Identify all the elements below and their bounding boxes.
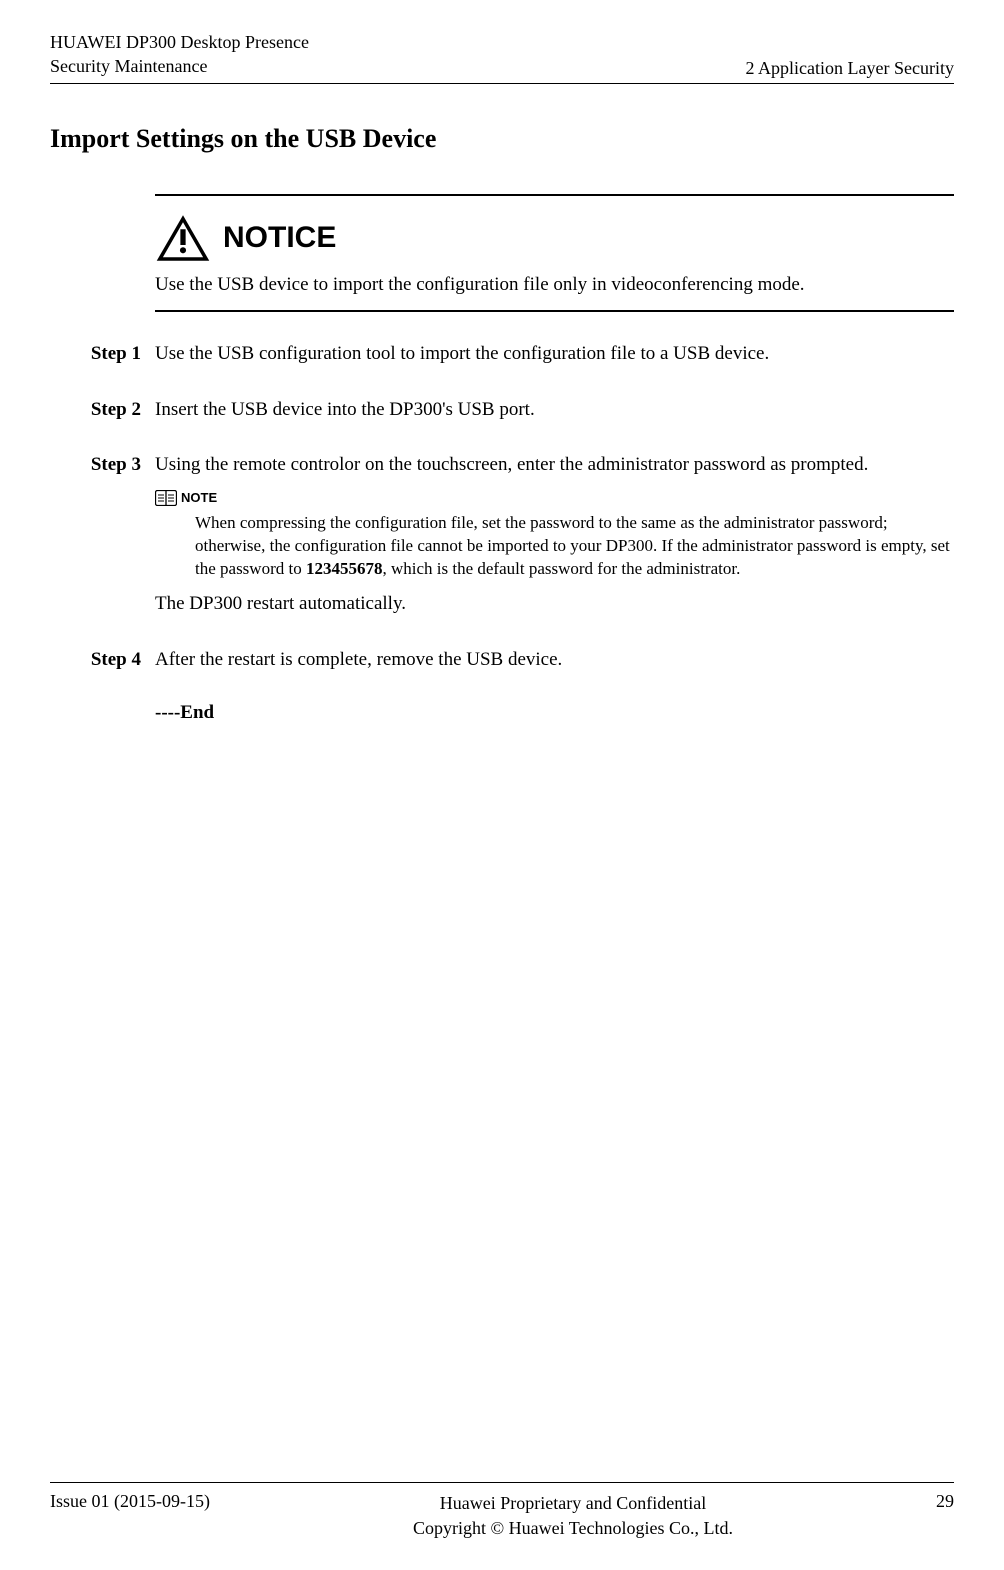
step-after-text: The DP300 restart automatically. bbox=[155, 590, 954, 618]
step-label: Step 2 bbox=[50, 396, 155, 434]
step-body: Using the remote controlor on the touchs… bbox=[155, 451, 954, 628]
footer-page-number: 29 bbox=[936, 1491, 954, 1512]
step-text: After the restart is complete, remove th… bbox=[155, 646, 954, 674]
notice-box: NOTICE Use the USB device to import the … bbox=[155, 194, 954, 313]
notice-label: NOTICE bbox=[223, 221, 336, 255]
section-title: Import Settings on the USB Device bbox=[50, 124, 954, 154]
step-text: Using the remote controlor on the touchs… bbox=[155, 451, 954, 479]
step-body: Insert the USB device into the DP300's U… bbox=[155, 396, 954, 434]
step-row: Step 1 Use the USB configuration tool to… bbox=[50, 340, 954, 378]
footer-proprietary: Huawei Proprietary and Confidential bbox=[413, 1491, 733, 1515]
header-left: HUAWEI DP300 Desktop Presence Security M… bbox=[50, 30, 309, 79]
page-footer: Issue 01 (2015-09-15) Huawei Proprietary… bbox=[50, 1482, 954, 1540]
warning-triangle-icon bbox=[155, 212, 211, 264]
footer-center: Huawei Proprietary and Confidential Copy… bbox=[413, 1491, 733, 1540]
footer-issue: Issue 01 (2015-09-15) bbox=[50, 1491, 210, 1512]
step-label: Step 4 bbox=[50, 646, 155, 684]
page-header: HUAWEI DP300 Desktop Presence Security M… bbox=[50, 30, 954, 84]
notice-rule-bottom bbox=[155, 310, 954, 312]
footer-copyright: Copyright © Huawei Technologies Co., Ltd… bbox=[413, 1516, 733, 1540]
step-row: Step 3 Using the remote controlor on the… bbox=[50, 451, 954, 628]
header-product-line: HUAWEI DP300 Desktop Presence bbox=[50, 30, 309, 54]
notice-head: NOTICE bbox=[155, 196, 954, 272]
step-body: After the restart is complete, remove th… bbox=[155, 646, 954, 684]
step-row: Step 4 After the restart is complete, re… bbox=[50, 646, 954, 684]
step-label: Step 3 bbox=[50, 451, 155, 628]
note-bold-value: 123455678 bbox=[306, 559, 383, 578]
note-text-post: , which is the default password for the … bbox=[382, 559, 740, 578]
note-label: NOTE bbox=[181, 489, 217, 508]
step-body: Use the USB configuration tool to import… bbox=[155, 340, 954, 378]
header-doc-line: Security Maintenance bbox=[50, 54, 309, 78]
note-text: When compressing the configuration file,… bbox=[195, 512, 954, 581]
note-book-icon bbox=[155, 490, 177, 506]
step-text: Insert the USB device into the DP300's U… bbox=[155, 396, 954, 424]
end-marker: ----End bbox=[155, 702, 954, 724]
header-right: 2 Application Layer Security bbox=[746, 58, 954, 79]
note-head: NOTE bbox=[155, 489, 954, 508]
step-row: Step 2 Insert the USB device into the DP… bbox=[50, 396, 954, 434]
step-text: Use the USB configuration tool to import… bbox=[155, 340, 954, 368]
step-label: Step 1 bbox=[50, 340, 155, 378]
notice-text: Use the USB device to import the configu… bbox=[155, 272, 954, 311]
